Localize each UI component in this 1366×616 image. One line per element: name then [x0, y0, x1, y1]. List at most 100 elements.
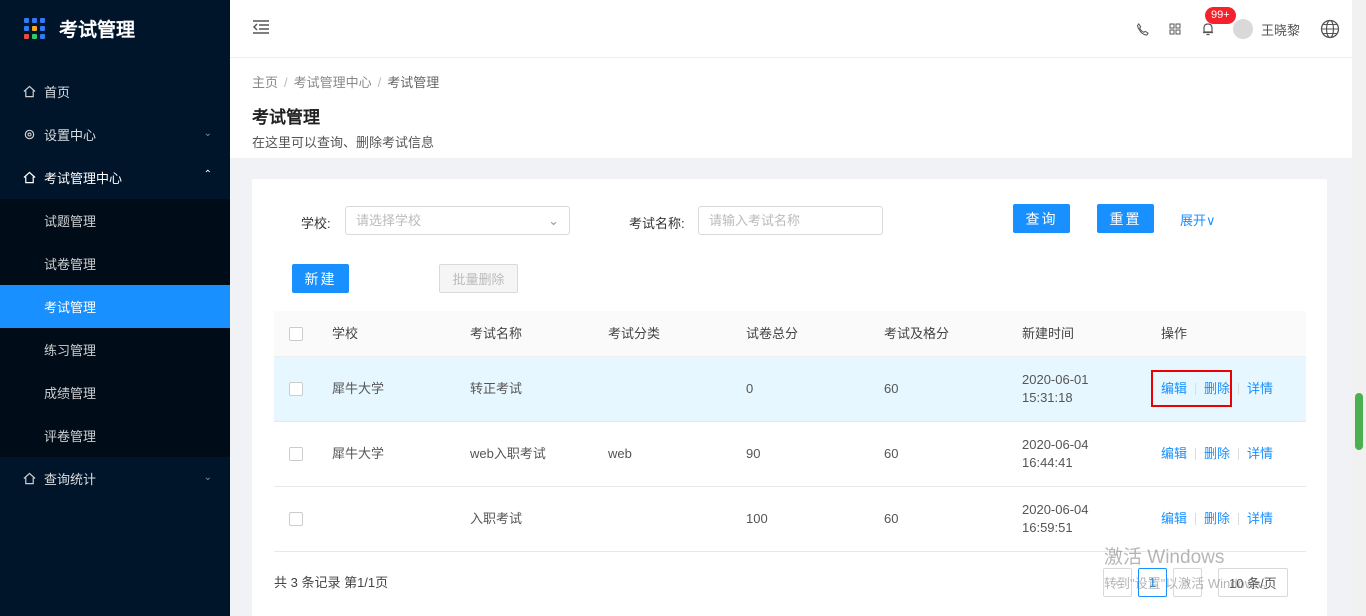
row-checkbox[interactable] [289, 447, 303, 461]
sidebar-item-practice-manage[interactable]: 练习管理 [0, 328, 230, 371]
cell-category: web [608, 446, 632, 461]
top-header: 99+ 王晓黎 [230, 0, 1352, 58]
new-button[interactable]: 新建 [292, 264, 349, 293]
sidebar-item-label: 考试管理中心 [44, 171, 123, 186]
table-header: 学校 考试名称 考试分类 试卷总分 考试及格分 新建时间 操作 [274, 311, 1306, 357]
menu-fold-icon[interactable] [252, 19, 270, 38]
created-date: 2020-06-04 [1022, 437, 1089, 452]
sidebar-item-question-manage[interactable]: 试题管理 [0, 199, 230, 242]
cell-created-time: 2020-06-04 16:59:51 [1022, 487, 1089, 551]
breadcrumb-home[interactable]: 主页 [252, 75, 278, 90]
column-header: 操作 [1161, 325, 1188, 341]
sidebar-item-home[interactable]: 首页 [0, 70, 230, 113]
column-header: 考试名称 [470, 325, 523, 341]
sidebar-item-query-stats[interactable]: 查询统计 ⌄ [0, 457, 230, 500]
row-checkbox[interactable] [289, 382, 303, 396]
home-icon [22, 171, 36, 185]
breadcrumb-current: 考试管理 [387, 75, 440, 90]
row-checkbox-cell [289, 422, 303, 486]
batch-delete-button[interactable]: 批量删除 [439, 264, 518, 293]
chevron-up-icon: ⌃ [203, 169, 212, 180]
cell-total-score: 0 [746, 381, 754, 396]
gear-icon [22, 128, 36, 142]
edit-link[interactable]: 编辑 [1161, 510, 1187, 528]
sidebar: 考试管理 首页 设置中心 ⌄ 考试管理中心 ⌃ 试题管理 试卷管理 考试管理 练… [0, 0, 230, 616]
column-header: 试卷总分 [746, 325, 799, 341]
detail-link[interactable]: 详情 [1247, 510, 1273, 528]
sidebar-item-label: 首页 [44, 85, 71, 100]
detail-link[interactable]: 详情 [1247, 380, 1273, 398]
delete-link[interactable]: 删除 [1204, 445, 1230, 463]
chevron-down-icon: ⌄ [548, 213, 559, 228]
phone-icon[interactable] [1136, 22, 1149, 36]
cell-total-score: 90 [746, 446, 761, 461]
highlight-box [1151, 370, 1232, 407]
expand-link[interactable]: 展开∨ [1180, 210, 1216, 229]
scrollbar-thumb[interactable] [1355, 393, 1363, 450]
app-grid-icon [24, 17, 45, 39]
record-summary: 共 3 条记录 第1/1页 [274, 575, 389, 590]
windows-activation-watermark: 激活 Windows 转到"设置"以激活 Windows。 [1104, 542, 1274, 592]
page-header: 主页 / 考试管理中心 / 考试管理 考试管理 在这里可以查询、删除考试信息 [230, 58, 1352, 158]
grid-icon[interactable] [1169, 23, 1181, 35]
home-icon [22, 85, 36, 99]
column-header: 考试及格分 [884, 325, 950, 341]
sidebar-submenu: 试题管理 试卷管理 考试管理 练习管理 成绩管理 评卷管理 [0, 199, 230, 457]
delete-link[interactable]: 删除 [1204, 510, 1230, 528]
globe-icon[interactable] [1320, 19, 1340, 39]
exam-name-input[interactable] [698, 206, 883, 235]
sidebar-item-settings[interactable]: 设置中心 ⌄ [0, 113, 230, 156]
expand-label: 展开 [1180, 213, 1207, 228]
cell-actions: 编辑 删除 详情 [1161, 422, 1273, 486]
cell-created-time: 2020-06-01 15:31:18 [1022, 357, 1089, 421]
created-time: 16:44:41 [1022, 455, 1073, 470]
logo[interactable]: 考试管理 [0, 0, 230, 56]
sidebar-item-exam-manage[interactable]: 考试管理 [0, 285, 230, 328]
notification-badge: 99+ [1204, 7, 1236, 24]
reset-button[interactable]: 重置 [1097, 204, 1154, 233]
sidebar-item-score-manage[interactable]: 成绩管理 [0, 371, 230, 414]
school-select[interactable]: 请选择学校 ⌄ [345, 206, 570, 235]
chevron-down-icon: ⌄ [203, 472, 212, 483]
cell-created-time: 2020-06-04 16:44:41 [1022, 422, 1089, 486]
detail-link[interactable]: 详情 [1247, 445, 1273, 463]
cell-exam-name: 入职考试 [470, 511, 523, 526]
edit-link[interactable]: 编辑 [1161, 445, 1187, 463]
sidebar-item-exam-center[interactable]: 考试管理中心 ⌃ [0, 156, 230, 199]
cell-school: 犀牛大学 [332, 381, 385, 396]
username[interactable]: 王晓黎 [1261, 20, 1300, 39]
avatar[interactable] [1232, 19, 1253, 39]
row-checkbox[interactable] [289, 512, 303, 526]
column-header: 学校 [332, 325, 359, 341]
sidebar-item-paper-manage[interactable]: 试卷管理 [0, 242, 230, 285]
bell-icon[interactable]: 99+ [1201, 7, 1236, 36]
cell-pass-score: 60 [884, 446, 899, 461]
cell-pass-score: 60 [884, 381, 899, 396]
sidebar-item-grading-manage[interactable]: 评卷管理 [0, 414, 230, 457]
exam-table: 学校 考试名称 考试分类 试卷总分 考试及格分 新建时间 操作 犀牛大学 转正考… [274, 311, 1306, 552]
table-row[interactable]: 犀牛大学 转正考试 0 60 2020-06-01 15:31:18 编辑 删除 详情 [274, 357, 1306, 422]
school-select-placeholder: 请选择学校 [356, 213, 422, 228]
page-scrollbar[interactable] [1352, 0, 1366, 616]
cell-pass-score: 60 [884, 511, 899, 526]
created-time: 16:59:51 [1022, 520, 1073, 535]
sidebar-menu: 首页 设置中心 ⌄ 考试管理中心 ⌃ 试题管理 试卷管理 考试管理 练习管理 成… [0, 70, 230, 500]
row-checkbox-cell [289, 487, 303, 551]
cell-exam-name: 转正考试 [470, 381, 523, 396]
page-description: 在这里可以查询、删除考试信息 [252, 135, 435, 150]
column-header: 考试分类 [608, 325, 661, 341]
chevron-down-icon: ∨ [1206, 213, 1216, 228]
sidebar-item-label: 设置中心 [44, 128, 97, 143]
cell-exam-name: web入职考试 [470, 446, 546, 461]
table-row[interactable]: 犀牛大学 web入职考试 web 90 60 2020-06-04 16:44:4… [274, 422, 1306, 487]
cell-school: 犀牛大学 [332, 446, 385, 461]
created-time: 15:31:18 [1022, 390, 1073, 405]
row-checkbox-cell [289, 357, 303, 421]
select-all-checkbox[interactable] [289, 326, 303, 341]
page-title: 考试管理 [252, 108, 320, 127]
select-all-checkbox-cell [289, 311, 303, 356]
breadcrumb: 主页 / 考试管理中心 / 考试管理 [252, 75, 440, 90]
breadcrumb-exam-center[interactable]: 考试管理中心 [294, 75, 372, 90]
query-button[interactable]: 查询 [1013, 204, 1070, 233]
exam-name-label: 考试名称: [629, 216, 685, 231]
